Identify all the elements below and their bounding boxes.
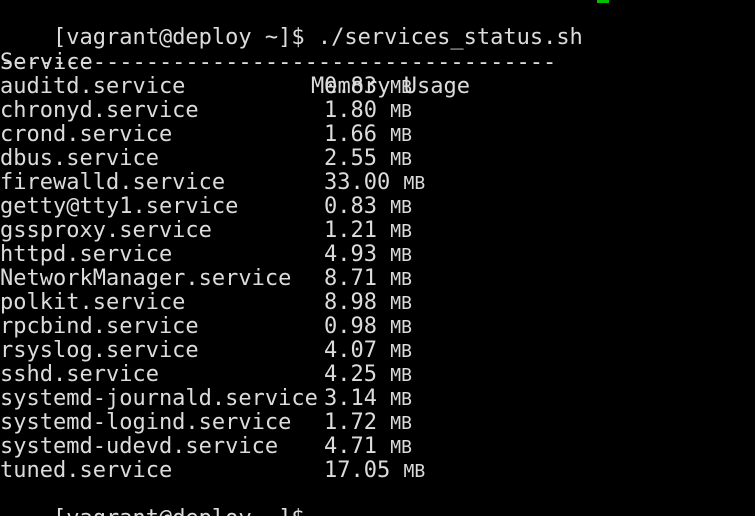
memory-value: 0.83 <box>324 74 377 99</box>
memory-unit: MB <box>390 341 412 362</box>
memory-usage-cell: 4.93 MB <box>324 243 412 268</box>
table-row: dbus.service 2.55 MB <box>0 147 755 171</box>
memory-usage-cell: 4.71 MB <box>324 435 412 460</box>
memory-usage-cell: 0.98 MB <box>324 315 412 340</box>
service-name: crond.service <box>0 122 173 147</box>
memory-usage-cell: 2.55 MB <box>324 147 412 172</box>
memory-unit: MB <box>390 269 412 290</box>
table-row: systemd-journald.service 3.14 MB <box>0 387 755 411</box>
table-row: tuned.service 17.05 MB <box>0 459 755 483</box>
service-name: systemd-udevd.service <box>0 434 279 459</box>
memory-unit: MB <box>390 221 412 242</box>
service-name: dbus.service <box>0 146 159 171</box>
table-row: chronyd.service 1.80 MB <box>0 99 755 123</box>
service-name: auditd.service <box>0 74 186 99</box>
table-row: getty@tty1.service 0.83 MB <box>0 195 755 219</box>
memory-unit: MB <box>390 101 412 122</box>
separator-line: ----------------------------------------… <box>0 50 557 75</box>
service-name: tuned.service <box>0 458 173 483</box>
service-name: firewalld.service <box>0 170 226 195</box>
table-row: rsyslog.service 4.07 MB <box>0 339 755 363</box>
table-row: httpd.service 4.93 MB <box>0 243 755 267</box>
memory-unit: MB <box>390 389 412 410</box>
memory-usage-cell: 0.83 MB <box>324 195 412 220</box>
memory-unit: MB <box>390 245 412 266</box>
service-name: polkit.service <box>0 290 186 315</box>
memory-value: 2.55 <box>324 146 377 171</box>
memory-value: 17.05 <box>324 458 391 483</box>
table-row: crond.service 1.66 MB <box>0 123 755 147</box>
service-name: rsyslog.service <box>0 338 199 363</box>
cursor-indicator <box>597 0 609 3</box>
service-name: NetworkManager.service <box>0 266 292 291</box>
command-line: [vagrant@deploy ~]$ ./services_status.sh <box>0 2 583 50</box>
table-row: systemd-logind.service 1.72 MB <box>0 411 755 435</box>
memory-unit: MB <box>390 413 412 434</box>
service-name: sshd.service <box>0 362 159 387</box>
service-name: systemd-logind.service <box>0 410 292 435</box>
memory-unit: MB <box>390 197 412 218</box>
memory-usage-cell: 1.66 MB <box>324 123 412 148</box>
service-name: getty@tty1.service <box>0 194 239 219</box>
memory-value: 1.80 <box>324 98 377 123</box>
memory-value: 4.25 <box>324 362 377 387</box>
memory-value: 0.98 <box>324 314 377 339</box>
memory-value: 8.98 <box>324 290 377 315</box>
table-row: rpcbind.service 0.98 MB <box>0 315 755 339</box>
memory-value: 4.07 <box>324 338 377 363</box>
memory-unit: MB <box>403 461 426 482</box>
memory-usage-cell: 1.72 MB <box>324 411 412 436</box>
table-header: Service Memory Usage <box>0 27 755 99</box>
memory-value: 1.72 <box>324 410 377 435</box>
memory-unit: MB <box>390 317 412 338</box>
final-prompt-line[interactable]: [vagrant@deploy ~]$ <box>0 483 317 516</box>
service-name: gssproxy.service <box>0 218 212 243</box>
memory-unit: MB <box>403 173 426 194</box>
memory-value: 8.71 <box>324 266 377 291</box>
memory-usage-cell: 0.83 MB <box>324 75 412 100</box>
service-name: chronyd.service <box>0 98 199 123</box>
memory-usage-cell: 3.14 MB <box>324 387 412 412</box>
memory-value: 4.93 <box>324 242 377 267</box>
memory-unit: MB <box>390 365 412 386</box>
memory-value: 33.00 <box>324 170 391 195</box>
memory-usage-cell: 4.07 MB <box>324 339 412 364</box>
memory-unit: MB <box>390 149 412 170</box>
memory-usage-cell: 8.98 MB <box>324 291 412 316</box>
memory-unit: MB <box>390 293 412 314</box>
memory-usage-cell: 33.00 MB <box>324 171 425 196</box>
memory-value: 0.83 <box>324 194 377 219</box>
memory-usage-cell: 4.25 MB <box>324 363 412 388</box>
table-row: firewalld.service 33.00 MB <box>0 171 755 195</box>
final-prompt: [vagrant@deploy ~]$ <box>53 506 305 516</box>
memory-value: 1.66 <box>324 122 377 147</box>
table-row: polkit.service 8.98 MB <box>0 291 755 315</box>
table-row: sshd.service 4.25 MB <box>0 363 755 387</box>
table-row: gssproxy.service 1.21 MB <box>0 219 755 243</box>
memory-usage-cell: 17.05 MB <box>324 459 425 484</box>
memory-value: 1.21 <box>324 218 377 243</box>
memory-unit: MB <box>390 437 412 458</box>
service-name: systemd-journald.service <box>0 386 318 411</box>
memory-usage-cell: 1.21 MB <box>324 219 412 244</box>
memory-value: 3.14 <box>324 386 377 411</box>
service-name: httpd.service <box>0 242 173 267</box>
table-row: auditd.service 0.83 MB <box>0 75 755 99</box>
memory-usage-cell: 1.80 MB <box>324 99 412 124</box>
table-row: systemd-udevd.service 4.71 MB <box>0 435 755 459</box>
memory-usage-cell: 8.71 MB <box>324 267 412 292</box>
memory-unit: MB <box>390 77 412 98</box>
memory-unit: MB <box>390 125 412 146</box>
memory-value: 4.71 <box>324 434 377 459</box>
table-row: NetworkManager.service 8.71 MB <box>0 267 755 291</box>
service-name: rpcbind.service <box>0 314 199 339</box>
terminal-window[interactable]: [vagrant@deploy ~]$ ./services_status.sh… <box>0 0 755 516</box>
